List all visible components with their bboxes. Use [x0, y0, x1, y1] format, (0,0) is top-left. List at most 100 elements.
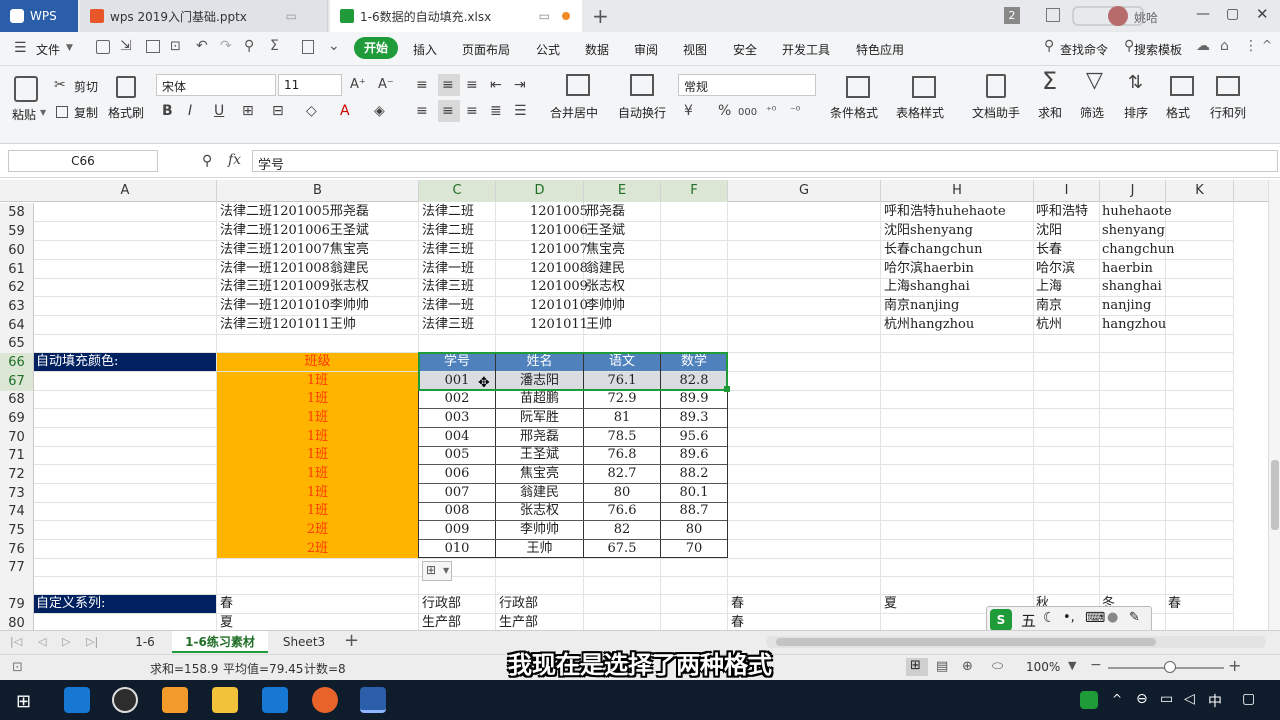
fill-color-icon[interactable]: ◇ — [306, 102, 317, 120]
cell-i60[interactable]: 长春 — [1036, 241, 1062, 259]
cell-c61[interactable]: 法律一班 — [422, 260, 474, 278]
share-icon[interactable]: ⌂ — [1220, 38, 1229, 54]
column-header-i[interactable]: I — [1034, 180, 1100, 202]
cell-chinese-74[interactable]: 76.6 — [584, 502, 660, 520]
cell-b63[interactable]: 法律一班1201010李帅帅 — [220, 297, 369, 315]
cell-a66-fill[interactable]: 自动填充颜色: — [34, 353, 216, 371]
cell-h61[interactable]: 哈尔滨haerbin — [884, 260, 974, 278]
find-icon[interactable]: ⚲ — [244, 38, 254, 54]
copy-button[interactable]: 复制 — [74, 104, 98, 121]
cell-id-70[interactable]: 004 — [419, 428, 495, 446]
cell-chinese-68[interactable]: 72.9 — [584, 390, 660, 408]
cell-d63[interactable]: 1201010 — [530, 297, 588, 315]
cell-id-69[interactable]: 003 — [419, 409, 495, 427]
cell-chinese-76[interactable]: 67.5 — [584, 540, 660, 558]
cell-c60[interactable]: 法律三班 — [422, 241, 474, 259]
cell-d61[interactable]: 1201008 — [530, 260, 588, 278]
percent-button[interactable]: % — [718, 102, 731, 120]
cell-j63[interactable]: nanjing — [1102, 297, 1151, 315]
cell-chinese-71[interactable]: 76.8 — [584, 446, 660, 464]
scrollbar-thumb[interactable] — [1271, 460, 1279, 530]
cell-class-68[interactable]: 1班 — [217, 390, 418, 408]
tab-wps-home[interactable]: WPS — [0, 0, 78, 32]
cell-c58[interactable]: 法律二班 — [422, 203, 474, 221]
merge-center-button[interactable]: 合并居中 — [550, 104, 598, 121]
cell-j58[interactable]: huhehaote — [1102, 203, 1172, 221]
cell-h63[interactable]: 南京nanjing — [884, 297, 959, 315]
row-header-67[interactable]: 67 — [0, 372, 34, 391]
font-grow-icon[interactable]: A⁺ — [350, 76, 366, 94]
cell-h60[interactable]: 长春changchun — [884, 241, 983, 259]
save-icon[interactable] — [96, 40, 110, 54]
cell-id-73[interactable]: 007 — [419, 484, 495, 502]
cell-h62[interactable]: 上海shanghai — [884, 278, 970, 296]
cell-class-73[interactable]: 1班 — [217, 484, 418, 502]
options-icon[interactable]: ⋮ — [1244, 38, 1258, 54]
cell-e62[interactable]: 张志权 — [586, 278, 625, 296]
border-icon[interactable]: ⊞ — [242, 102, 254, 120]
cell-j60[interactable]: changchun — [1102, 241, 1175, 259]
merge-cells-icon[interactable]: ⊟ — [272, 102, 284, 120]
cell-chinese-67[interactable]: 76.1 — [584, 372, 660, 390]
windows-start-icon[interactable]: ⊞ — [16, 691, 31, 712]
export-icon[interactable]: ⇲ — [120, 38, 132, 54]
cell-i58[interactable]: 呼和浩特 — [1036, 203, 1088, 221]
zoom-icon[interactable]: ⚲ — [202, 152, 212, 170]
wps-writer-icon[interactable] — [360, 687, 386, 713]
user-icon[interactable]: ● — [1107, 610, 1118, 625]
cell-name-75[interactable]: 李帅帅 — [496, 521, 583, 539]
sum-button[interactable]: 求和 — [1038, 104, 1062, 121]
cell-name-76[interactable]: 王帅 — [496, 540, 583, 558]
menu-special[interactable]: 特色应用 — [856, 41, 904, 58]
column-header-a[interactable]: A — [34, 180, 217, 202]
print-preview-icon[interactable]: ⊡ — [170, 39, 181, 54]
cell-e58[interactable]: 邢尧磊 — [586, 203, 625, 221]
cell-id-74[interactable]: 008 — [419, 502, 495, 520]
row-header-72[interactable]: 72 — [0, 465, 34, 484]
cell-e63[interactable]: 李帅帅 — [586, 297, 625, 315]
row-header-59[interactable]: 59 — [0, 222, 34, 241]
align-left-icon[interactable]: ≡ — [416, 102, 428, 120]
tab-xlsx[interactable]: 1-6数据的自动填充.xlsx ▭ — [330, 0, 582, 32]
row-header-66[interactable]: 66 — [0, 353, 34, 372]
undo-icon[interactable]: ↶ — [196, 38, 208, 54]
zoom-dropdown-icon[interactable]: ▼ — [1068, 659, 1076, 672]
cell-b58[interactable]: 法律二班1201005邢尧磊 — [220, 203, 369, 221]
keyboard-icon[interactable]: ⌨ — [1085, 610, 1105, 626]
align-bottom-icon[interactable]: ≡ — [466, 76, 478, 94]
autofill-options-button[interactable]: ⊞ ▼ — [422, 561, 452, 581]
firefox-icon[interactable] — [312, 687, 338, 713]
indent-left-icon[interactable]: ⇤ — [490, 76, 502, 94]
column-header-f[interactable]: F — [661, 180, 728, 202]
number-format-select[interactable]: 常规 — [678, 74, 816, 96]
cell-math-69[interactable]: 89.3 — [661, 409, 727, 427]
eraser-icon[interactable]: ◈ — [374, 102, 385, 120]
cell-j62[interactable]: shanghai — [1102, 278, 1162, 296]
cell-h59[interactable]: 沈阳shenyang — [884, 222, 973, 240]
cell-c63[interactable]: 法律一班 — [422, 297, 474, 315]
zoom-level[interactable]: 100% — [1026, 660, 1060, 674]
align-middle-active[interactable]: ≡ — [438, 74, 460, 96]
cell-name-69[interactable]: 阮军胜 — [496, 409, 583, 427]
menu-security[interactable]: 安全 — [733, 41, 757, 58]
menu-developer[interactable]: 开发工具 — [782, 41, 830, 58]
row-header-78[interactable] — [0, 577, 34, 595]
user-name[interactable]: 姚哈 — [1134, 9, 1158, 26]
cell-e59[interactable]: 王圣斌 — [586, 222, 625, 240]
cell-name-70[interactable]: 邢尧磊 — [496, 428, 583, 446]
rows-cols-button[interactable]: 行和列 — [1210, 104, 1246, 121]
font-size-select[interactable]: 11 — [278, 74, 342, 96]
cell-name-67[interactable]: 潘志阳 — [496, 372, 583, 390]
cell-b66[interactable]: 班级 — [217, 353, 418, 371]
row-header-79[interactable]: 79 — [0, 595, 34, 614]
row-header-80[interactable]: 80 — [0, 614, 34, 631]
cell-id-72[interactable]: 006 — [419, 465, 495, 483]
cell-class-71[interactable]: 1班 — [217, 446, 418, 464]
cell-i62[interactable]: 上海 — [1036, 278, 1062, 296]
row-header-74[interactable]: 74 — [0, 503, 34, 521]
cell-j59[interactable]: shenyang — [1102, 222, 1165, 240]
collapse-ribbon-icon[interactable]: ^ — [1262, 38, 1272, 52]
cell-c79[interactable]: 行政部 — [422, 595, 461, 613]
font-color-icon[interactable]: A — [340, 102, 350, 120]
cell-class-72[interactable]: 1班 — [217, 465, 418, 483]
